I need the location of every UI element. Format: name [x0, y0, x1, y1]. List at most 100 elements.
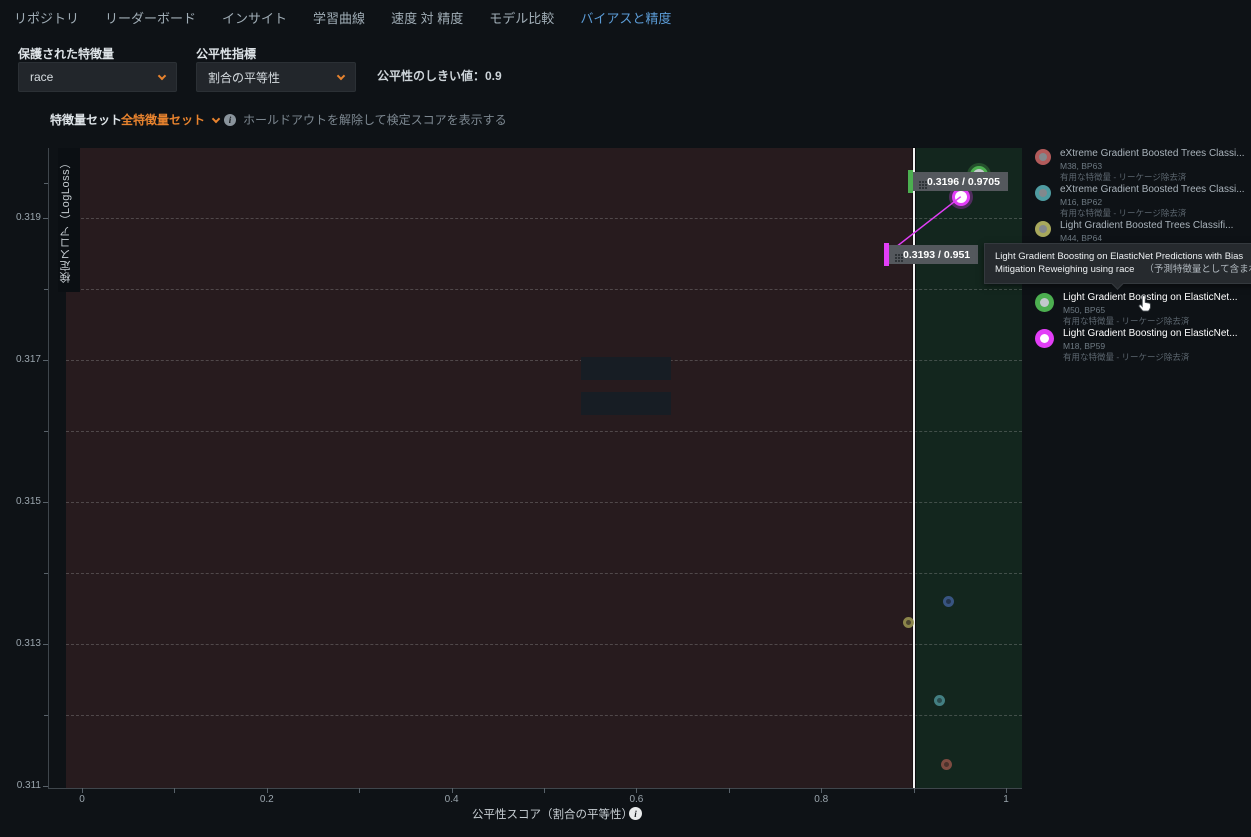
model-tooltip: Light Gradient Boosting on ElasticNet Pr… — [984, 243, 1251, 284]
nav-tab[interactable]: リーダーボード — [105, 8, 196, 27]
info-icon[interactable]: i — [224, 114, 236, 126]
legend-model-title: eXtreme Gradient Boosted Trees Classi... — [1060, 148, 1245, 161]
gridline — [66, 431, 1022, 432]
fairness-metric-label: 公平性指標 — [196, 45, 256, 62]
legend-feature-list: 有用な特徴量 - リーケージ除去済 — [1063, 316, 1238, 327]
info-icon[interactable]: i — [629, 807, 642, 820]
y-tick-label: 0.319 — [16, 212, 41, 223]
fairness-metric-value: 割合の平等性 — [208, 69, 280, 86]
dot-core — [1039, 189, 1047, 197]
score-fairness-value: 0.3196 / 0.9705 — [927, 176, 1000, 188]
chevron-down-icon — [212, 115, 220, 123]
protected-feature-label: 保護された特徴量 — [18, 45, 114, 62]
y-tick — [44, 183, 48, 184]
bias-accuracy-page: リポジトリ リーダーボード インサイト 学習曲線 速度 対 精度 モデル比較 バイアスと精度… — [0, 0, 1251, 837]
feature-set-select[interactable]: 全特徴量セット — [121, 111, 219, 128]
y-tick — [43, 644, 48, 645]
chevron-down-icon — [158, 71, 166, 79]
legend-model-title: eXtreme Gradient Boosted Trees Classi... — [1060, 184, 1245, 197]
gridline — [66, 573, 1022, 574]
nav-tab[interactable]: リポジトリ — [14, 8, 79, 27]
dot-core — [1040, 334, 1049, 343]
gridline — [66, 502, 1022, 503]
x-tick — [359, 788, 360, 793]
legend-model-id: M38, BP63 — [1060, 161, 1245, 172]
x-tick — [914, 788, 915, 793]
fairness-threshold-line — [913, 148, 915, 788]
x-tick-label: 0 — [74, 794, 90, 805]
x-axis-title: 公平性スコア（割合の平等性） — [472, 806, 633, 822]
gridline — [66, 715, 1022, 716]
x-tick — [1006, 788, 1007, 793]
score-fairness-value: 0.3193 / 0.951 — [903, 249, 970, 261]
x-tick-label: 1 — [998, 794, 1014, 805]
x-tick — [729, 788, 730, 793]
label-box: 0.3193 / 0.951 — [889, 245, 978, 264]
nav-tab[interactable]: 速度 対 精度 — [391, 8, 463, 27]
dot-core — [1039, 153, 1047, 161]
x-tick-label: 0.8 — [813, 794, 829, 805]
legend-feature-list: 有用な特徴量 - リーケージ除去済 — [1060, 208, 1245, 219]
y-tick — [44, 573, 48, 574]
point-value-label[interactable]: 0.3196 / 0.9705 — [908, 172, 1008, 191]
y-tick — [44, 715, 48, 716]
x-tick — [82, 788, 83, 793]
y-tick-label: 0.313 — [16, 638, 41, 649]
region-below-threshold — [66, 148, 913, 788]
legend-text: Light Gradient Boosting on ElasticNet...… — [1063, 328, 1238, 363]
y-tick-label: 0.317 — [16, 354, 41, 365]
fairness-threshold-text: 公平性のしきい値：0.9 — [377, 67, 502, 84]
dot-core — [1040, 298, 1049, 307]
legend-text: eXtreme Gradient Boosted Trees Classi...… — [1060, 148, 1245, 183]
nav-tab[interactable]: 学習曲線 — [313, 8, 365, 27]
model-color-dot-icon — [1035, 149, 1051, 165]
data-point[interactable] — [903, 617, 914, 628]
empty-annotation-box — [581, 392, 671, 415]
model-color-dot-icon — [1035, 329, 1054, 348]
nav-tab[interactable]: バイアスと精度 — [580, 8, 671, 27]
point-value-label[interactable]: 0.3193 / 0.951 — [884, 245, 978, 264]
y-tick-label: 0.315 — [16, 496, 41, 507]
legend-text: Light Gradient Boosting on ElasticNet...… — [1063, 292, 1238, 327]
x-tick — [174, 788, 175, 793]
y-tick-label: 0.311 — [17, 780, 41, 791]
y-tick — [43, 218, 48, 219]
legend-feature-list: 有用な特徴量 - リーケージ除去済 — [1060, 172, 1245, 183]
top-navigation: リポジトリ リーダーボード インサイト 学習曲線 速度 対 精度 モデル比較 バイアスと精度 — [14, 8, 671, 27]
legend-item[interactable]: eXtreme Gradient Boosted Trees Classi...… — [1035, 184, 1251, 219]
x-axis-line — [48, 788, 1022, 789]
x-tick — [544, 788, 545, 793]
y-axis-title: 検定スコア（LogLoss） — [58, 148, 80, 292]
feature-set-value: 全特徴量セット — [121, 111, 205, 128]
legend-model-title: Light Gradient Boosted Trees Classifi... — [1060, 220, 1233, 233]
legend-feature-list: 有用な特徴量 - リーケージ除去済 — [1063, 352, 1238, 363]
nav-tab[interactable]: インサイト — [222, 8, 287, 27]
legend-item[interactable]: eXtreme Gradient Boosted Trees Classi...… — [1035, 148, 1251, 183]
tooltip-caret — [1111, 277, 1124, 290]
legend-item[interactable]: Light Gradient Boosting on ElasticNet...… — [1035, 292, 1251, 327]
feature-set-label: 特徴量セット — [50, 111, 122, 128]
x-tick-label: 0.6 — [628, 794, 644, 805]
gridline — [66, 644, 1022, 645]
gridline — [66, 360, 1022, 361]
gridline — [66, 289, 1022, 290]
gridline — [66, 218, 1022, 219]
protected-feature-select[interactable]: race — [18, 62, 177, 92]
legend-model-title: Light Gradient Boosting on ElasticNet... — [1063, 292, 1238, 305]
model-color-dot-icon — [1035, 293, 1054, 312]
fairness-metric-select[interactable]: 割合の平等性 — [196, 62, 356, 92]
drag-handle-icon[interactable] — [895, 254, 897, 256]
legend-model-id: M16, BP62 — [1060, 197, 1245, 208]
nav-tab[interactable]: モデル比較 — [489, 8, 554, 27]
x-tick — [821, 788, 822, 793]
legend-model-title: Light Gradient Boosting on ElasticNet... — [1063, 328, 1238, 341]
y-tick — [44, 431, 48, 432]
legend-model-id: M18, BP59 — [1063, 341, 1238, 352]
legend-item[interactable]: Light Gradient Boosting on ElasticNet...… — [1035, 328, 1251, 363]
label-box: 0.3196 / 0.9705 — [913, 172, 1008, 191]
legend-model-id: M44, BP64 — [1060, 233, 1233, 244]
x-tick — [267, 788, 268, 793]
model-color-dot-icon — [1035, 221, 1051, 237]
x-tick — [636, 788, 637, 793]
drag-handle-icon[interactable] — [919, 181, 921, 183]
